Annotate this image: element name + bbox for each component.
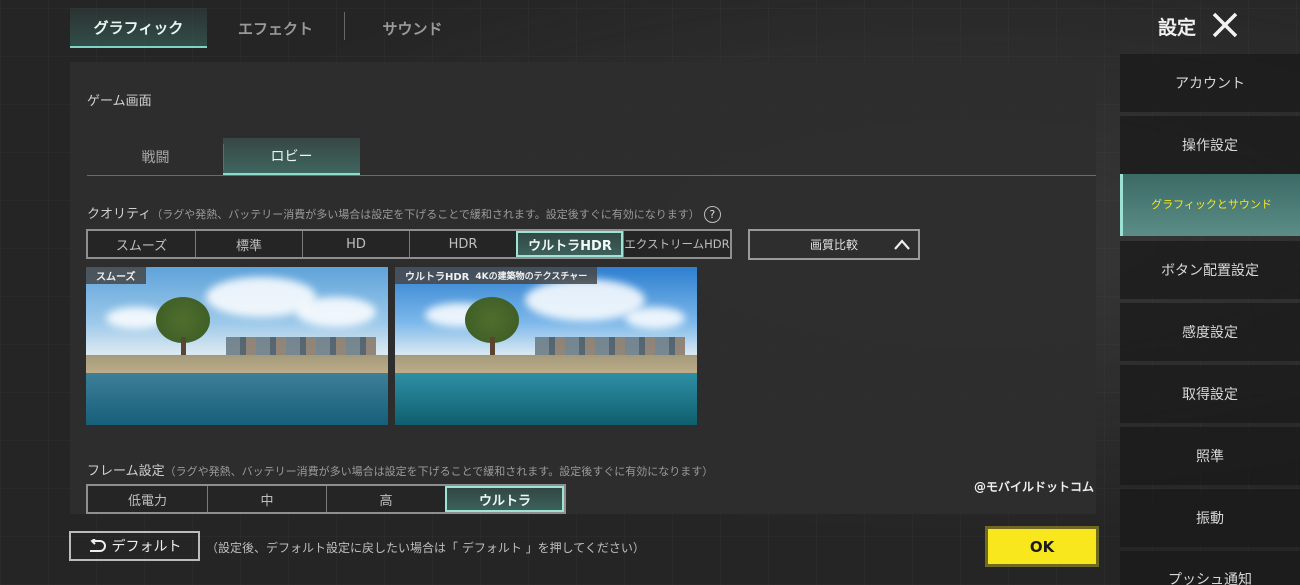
close-icon[interactable]: [1210, 10, 1240, 40]
tab-effects[interactable]: エフェクト: [207, 8, 344, 48]
frame-note: （ラグや発熱、バッテリー消費が多い場合は設定を下げることで緩和されます。設定後す…: [164, 465, 714, 478]
tab-graphics[interactable]: グラフィック: [70, 8, 207, 48]
quality-option-extreme-hdr[interactable]: エクストリームHDR: [623, 231, 730, 257]
quality-option-smooth[interactable]: スムーズ: [88, 231, 195, 257]
preview-image-ultra-hdr: ウルトラHDR 4Kの建築物のテクスチャー: [395, 267, 697, 425]
quality-option-hdr[interactable]: HDR: [409, 231, 516, 257]
preview-tag: スムーズ: [86, 267, 146, 284]
settings-sidebar: アカウント 操作設定 グラフィックとサウンド ボタン配置設定 感度設定 取得設定…: [1120, 50, 1300, 585]
sidebar-item-controls[interactable]: 操作設定: [1120, 116, 1300, 174]
chevron-up-icon: [894, 239, 910, 250]
frame-selector: 低電力 中 高 ウルトラ: [86, 484, 566, 514]
quality-label: クオリティ: [87, 207, 152, 222]
sidebar-item-sensitivity[interactable]: 感度設定: [1120, 303, 1300, 361]
quality-option-standard[interactable]: 標準: [195, 231, 302, 257]
settings-panel: ゲーム画面 戦闘 ロビー クオリティ（ラグや発熱、バッテリー消費が多い場合は設定…: [70, 62, 1096, 514]
tab-lobby[interactable]: ロビー: [223, 138, 360, 175]
watermark: @モバイルドットコム: [974, 480, 1095, 494]
sidebar-item-graphics-sound[interactable]: グラフィックとサウンド: [1120, 174, 1300, 236]
quality-option-hd[interactable]: HD: [302, 231, 409, 257]
quality-note: （ラグや発熱、バッテリー消費が多い場合は設定を下げることで緩和されます。設定後す…: [151, 208, 700, 221]
quality-option-ultra-hdr[interactable]: ウルトラHDR: [516, 231, 623, 257]
frame-option-high[interactable]: 高: [326, 486, 445, 512]
frame-option-ultra[interactable]: ウルトラ: [445, 486, 564, 512]
frame-option-medium[interactable]: 中: [207, 486, 326, 512]
quality-selector: スムーズ 標準 HD HDR ウルトラHDR エクストリームHDR: [86, 229, 732, 259]
undo-icon: [89, 539, 106, 552]
sidebar-item-push-notifications[interactable]: プッシュ通知: [1120, 551, 1300, 585]
sidebar-item-pickup[interactable]: 取得設定: [1120, 365, 1300, 423]
default-note: （設定後、デフォルト設定に戻したい場合は「 デフォルト 」を押してください）: [206, 541, 645, 555]
frame-label: フレーム設定: [87, 464, 165, 479]
page-title: 設定: [1158, 17, 1197, 39]
sub-tab-bar: 戦闘 ロビー: [87, 138, 1096, 176]
sidebar-item-aim[interactable]: 照準: [1120, 427, 1300, 485]
frame-option-low-power[interactable]: 低電力: [88, 486, 207, 512]
top-tab-bar: グラフィック エフェクト サウンド: [70, 8, 481, 48]
sidebar-item-button-layout[interactable]: ボタン配置設定: [1120, 241, 1300, 299]
help-icon[interactable]: ?: [703, 206, 721, 223]
default-button[interactable]: デフォルト: [69, 531, 200, 561]
default-button-label: デフォルト: [111, 539, 182, 555]
section-title: ゲーム画面: [87, 94, 152, 109]
preview-image-smooth: スムーズ: [86, 267, 388, 425]
quality-label-row: クオリティ（ラグや発熱、バッテリー消費が多い場合は設定を下げることで緩和されます…: [87, 203, 721, 223]
sidebar-item-vibration[interactable]: 振動: [1120, 489, 1300, 547]
tab-battle[interactable]: 戦闘: [87, 138, 224, 175]
preview-tag: ウルトラHDR 4Kの建築物のテクスチャー: [395, 267, 598, 284]
frame-label-row: フレーム設定（ラグや発熱、バッテリー消費が多い場合は設定を下げることで緩和されま…: [87, 460, 713, 479]
sidebar-item-account[interactable]: アカウント: [1120, 54, 1300, 112]
tab-sound[interactable]: サウンド: [344, 8, 481, 48]
compare-label: 画質比較: [809, 238, 858, 252]
quality-compare-button[interactable]: 画質比較: [748, 229, 920, 260]
ok-button[interactable]: OK: [988, 529, 1096, 564]
